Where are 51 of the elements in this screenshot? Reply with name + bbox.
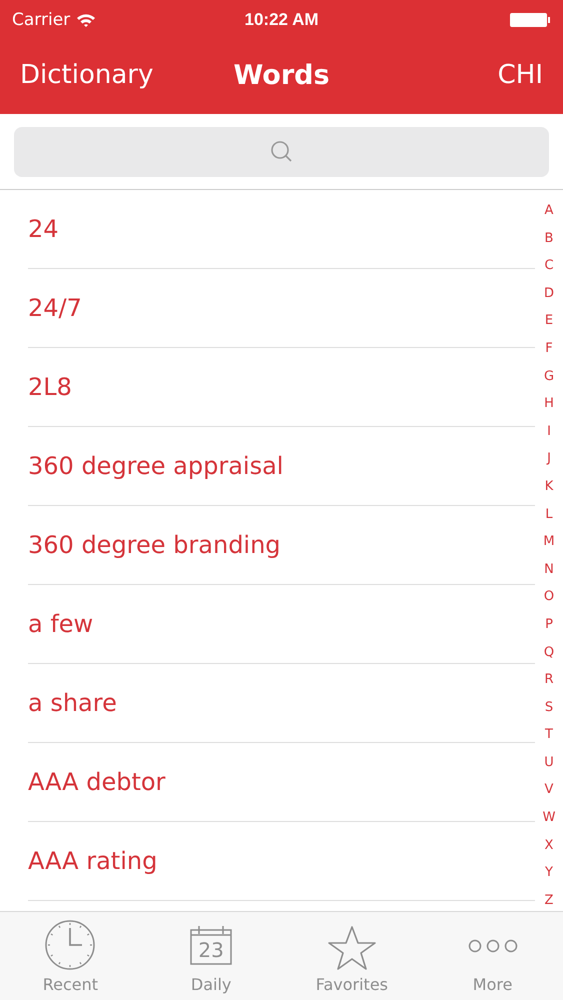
index-letter[interactable]: B [544, 228, 554, 256]
index-letter[interactable]: R [544, 669, 554, 697]
word-row[interactable]: a share [28, 664, 535, 743]
index-letter[interactable]: H [544, 393, 554, 421]
index-letter[interactable]: Q [544, 642, 554, 670]
index-letter[interactable]: F [545, 338, 553, 366]
index-letter[interactable]: D [544, 282, 554, 310]
word-row[interactable]: 24 [28, 190, 535, 269]
index-letter[interactable]: S [544, 696, 554, 724]
index-letter[interactable]: E [544, 310, 554, 338]
index-letter[interactable]: K [544, 476, 554, 504]
carrier-label: Carrier [12, 10, 70, 30]
more-icon [468, 939, 518, 953]
word-row[interactable]: 360 degree branding [28, 506, 535, 585]
star-icon [326, 925, 377, 971]
index-letter[interactable]: M [543, 531, 555, 559]
index-letter[interactable]: Y [545, 862, 553, 890]
tab-item[interactable]: Favorites [282, 912, 422, 1000]
index-letter[interactable]: N [544, 558, 554, 586]
clock-icon [44, 919, 96, 971]
index-letter[interactable]: C [544, 255, 554, 283]
search-field[interactable] [14, 126, 549, 176]
back-button[interactable]: Dictionary [20, 60, 154, 90]
index-letter[interactable]: A [544, 200, 554, 228]
index-letter[interactable]: P [545, 614, 553, 642]
language-button[interactable]: CHI [498, 60, 543, 90]
index-letter[interactable]: X [544, 834, 554, 862]
battery-icon [509, 12, 551, 28]
word-row[interactable]: AAA debtor [28, 743, 535, 822]
index-letter[interactable]: W [542, 807, 556, 835]
index-letter[interactable]: T [545, 724, 553, 752]
index-letter[interactable]: I [547, 420, 551, 448]
word-row[interactable]: a few [28, 585, 535, 664]
index-letter[interactable]: L [545, 504, 553, 532]
index-letter[interactable]: U [544, 752, 554, 780]
index-letter[interactable]: J [547, 448, 551, 476]
index-letter[interactable]: G [544, 366, 554, 394]
screen-title: Words [233, 60, 330, 90]
word-row[interactable]: 24/7 [28, 269, 535, 348]
word-row[interactable]: AAA rating [28, 822, 535, 901]
index-letter[interactable]: V [544, 779, 554, 808]
tab-item[interactable]: 23 Daily [140, 912, 282, 1000]
word-row[interactable]: 360 degree appraisal [28, 427, 535, 506]
tab-item[interactable]: Recent [0, 912, 141, 1000]
clock-time: 10:22 AM [244, 10, 318, 30]
word-row[interactable]: 2L8 [28, 348, 535, 427]
index-letter[interactable]: Z [544, 890, 554, 911]
wifi-icon [76, 12, 96, 28]
tab-item[interactable]: More [422, 912, 563, 1000]
index-letter[interactable]: O [544, 586, 554, 614]
search-icon [268, 138, 294, 164]
